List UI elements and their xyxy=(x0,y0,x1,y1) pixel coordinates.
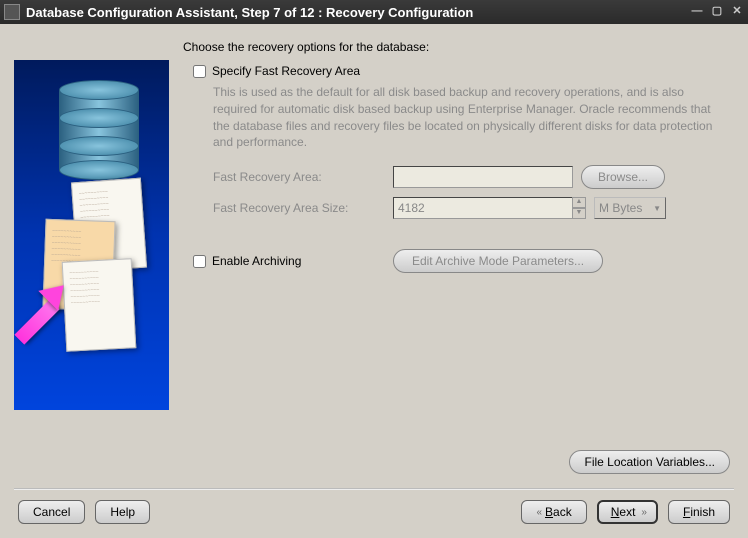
wizard-side-image: ~~~~~~~~~~ ~~~~~~~~~~ ~~~~~~~~~~ ~~~~~~~… xyxy=(14,60,169,410)
enable-archiving-input[interactable] xyxy=(193,255,206,268)
size-unit-value: M Bytes xyxy=(599,201,642,215)
specify-fast-recovery-checkbox[interactable]: Specify Fast Recovery Area xyxy=(193,64,734,78)
edit-archive-params-button[interactable]: Edit Archive Mode Parameters... xyxy=(393,249,603,273)
main-panel: Choose the recovery options for the data… xyxy=(183,36,734,444)
database-cylinder-icon xyxy=(59,80,139,170)
edit-archive-params-label: Edit Archive Mode Parameters... xyxy=(412,254,584,268)
titlebar[interactable]: Database Configuration Assistant, Step 7… xyxy=(0,0,748,24)
recovery-size-input[interactable] xyxy=(393,197,573,219)
help-button[interactable]: Help xyxy=(95,500,150,524)
document-icon: ~~~~~~~~~~ ~~~~~~~~~~ ~~~~~~~~~~ ~~~~~~~… xyxy=(62,258,137,352)
recovery-area-row: Fast Recovery Area: Browse... xyxy=(193,165,734,189)
next-button[interactable]: Next » xyxy=(597,500,658,524)
dbca-window: Database Configuration Assistant, Step 7… xyxy=(0,0,748,538)
recovery-size-row: Fast Recovery Area Size: ▲ ▼ M Bytes ▼ xyxy=(193,197,734,219)
chevron-down-icon: ▼ xyxy=(653,204,661,213)
maximize-icon[interactable]: ▢ xyxy=(710,5,724,19)
divider xyxy=(14,488,734,490)
recovery-area-section: Specify Fast Recovery Area This is used … xyxy=(183,64,734,219)
finish-button[interactable]: Finish xyxy=(668,500,730,524)
cancel-button[interactable]: Cancel xyxy=(18,500,85,524)
file-location-variables-button[interactable]: File Location Variables... xyxy=(569,450,730,474)
wizard-buttons: Cancel Help « Back Next » Finish xyxy=(14,500,734,528)
next-button-label: Next xyxy=(611,505,636,519)
minimize-icon[interactable]: — xyxy=(690,5,704,19)
enable-archiving-checkbox[interactable]: Enable Archiving xyxy=(193,254,383,268)
file-location-row: File Location Variables... xyxy=(14,444,734,488)
size-unit-select[interactable]: M Bytes ▼ xyxy=(594,197,666,219)
cancel-button-label: Cancel xyxy=(33,505,70,519)
specify-fast-recovery-input[interactable] xyxy=(193,65,206,78)
specify-fast-recovery-label: Specify Fast Recovery Area xyxy=(212,64,360,78)
recovery-area-input[interactable] xyxy=(393,166,573,188)
help-button-label: Help xyxy=(110,505,135,519)
archive-section: Enable Archiving Edit Archive Mode Param… xyxy=(183,249,734,273)
close-icon[interactable]: ✕ xyxy=(730,5,744,19)
intro-text: Choose the recovery options for the data… xyxy=(183,40,734,54)
window-body: ~~~~~~~~~~ ~~~~~~~~~~ ~~~~~~~~~~ ~~~~~~~… xyxy=(0,24,748,538)
enable-archiving-label: Enable Archiving xyxy=(212,254,301,268)
browse-button-label: Browse... xyxy=(598,170,648,184)
back-button[interactable]: « Back xyxy=(521,500,586,524)
spinner-down-icon[interactable]: ▼ xyxy=(572,208,586,219)
back-button-label: Back xyxy=(545,505,572,519)
recovery-area-label: Fast Recovery Area: xyxy=(213,170,393,184)
spinner-up-icon[interactable]: ▲ xyxy=(572,197,586,208)
chevron-left-icon: « xyxy=(536,507,539,518)
chevron-right-icon: » xyxy=(641,507,644,518)
size-spinner[interactable]: ▲ ▼ xyxy=(572,197,586,219)
window-title: Database Configuration Assistant, Step 7… xyxy=(26,5,690,20)
file-location-variables-label: File Location Variables... xyxy=(584,455,715,469)
browse-button[interactable]: Browse... xyxy=(581,165,665,189)
recovery-size-label: Fast Recovery Area Size: xyxy=(213,201,393,215)
fast-recovery-description: This is used as the default for all disk… xyxy=(193,84,734,151)
content-row: ~~~~~~~~~~ ~~~~~~~~~~ ~~~~~~~~~~ ~~~~~~~… xyxy=(14,36,734,444)
app-icon xyxy=(4,4,20,20)
finish-button-label: Finish xyxy=(683,505,715,519)
